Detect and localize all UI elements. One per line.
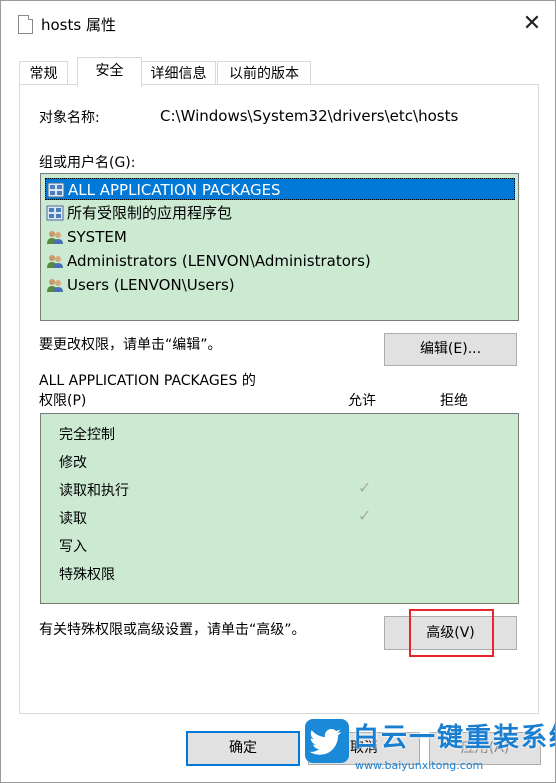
groups-label: 组或用户名(G): <box>39 155 136 171</box>
title-bar: hosts 属性 ✕ <box>1 1 555 47</box>
app-packages-icon <box>47 182 65 198</box>
file-icon <box>18 15 33 34</box>
permissions-title-line2: 权限(P) <box>39 393 87 409</box>
tab-previous-versions[interactable]: 以前的版本 <box>217 61 311 86</box>
permission-row: 完全控制 <box>59 427 115 443</box>
permission-row: 修改 <box>59 455 87 471</box>
security-panel: 对象名称: C:\Windows\System32\drivers\etc\ho… <box>19 84 539 714</box>
list-item[interactable]: ALL APPLICATION PACKAGES <box>45 178 515 200</box>
permissions-list: 完全控制 修改 读取和执行 ✓ 读取 ✓ 写入 特殊权限 <box>40 413 519 604</box>
twitter-bird-icon <box>305 719 349 763</box>
advanced-hint: 有关特殊权限或高级设置，请单击“高级”。 <box>39 622 306 638</box>
properties-dialog: hosts 属性 ✕ 常规 安全 详细信息 以前的版本 对象名称: C:\Win… <box>0 0 556 783</box>
close-button[interactable]: ✕ <box>509 1 555 47</box>
allow-check-icon: ✓ <box>358 506 372 525</box>
app-packages-icon <box>46 205 64 221</box>
tab-details[interactable]: 详细信息 <box>141 61 216 86</box>
permission-row: 特殊权限 <box>59 567 115 583</box>
watermark-url: www.baiyunxitong.com <box>355 759 484 772</box>
permission-row: 读取和执行 <box>59 483 129 499</box>
list-item-label: Administrators (LENVON\Administrators) <box>67 252 371 270</box>
object-name-value: C:\Windows\System32\drivers\etc\hosts <box>160 107 459 125</box>
tab-security[interactable]: 安全 <box>77 57 142 87</box>
watermark-text: 白云一键重装系统 <box>353 723 556 753</box>
highlight-box <box>409 609 494 657</box>
list-item-label: SYSTEM <box>67 228 127 246</box>
edit-hint: 要更改权限，请单击“编辑”。 <box>39 337 222 353</box>
permission-row: 读取 <box>59 511 87 527</box>
list-item-label: 所有受限制的应用程序包 <box>67 204 233 222</box>
edit-button[interactable]: 编辑(E)... <box>384 333 517 366</box>
users-icon <box>47 255 63 268</box>
window-title: hosts 属性 <box>41 16 116 34</box>
allow-check-icon: ✓ <box>358 478 372 497</box>
tab-general[interactable]: 常规 <box>19 61 68 86</box>
watermark: 白云一键重装系统 www.baiyunxitong.com <box>301 717 556 782</box>
ok-button[interactable]: 确定 <box>186 731 300 766</box>
deny-column-header: 拒绝 <box>440 393 468 409</box>
users-icon <box>47 231 63 244</box>
users-icon <box>47 279 63 292</box>
permissions-title: ALL APPLICATION PACKAGES 的 <box>39 373 256 389</box>
allow-column-header: 允许 <box>348 393 376 409</box>
list-item-label: ALL APPLICATION PACKAGES <box>68 181 281 199</box>
list-item-label: Users (LENVON\Users) <box>67 276 235 294</box>
object-name-label: 对象名称: <box>39 110 100 126</box>
permission-row: 写入 <box>59 539 87 555</box>
groups-list[interactable]: ALL APPLICATION PACKAGES 所有受限制的应用程序包 SYS… <box>40 173 519 321</box>
